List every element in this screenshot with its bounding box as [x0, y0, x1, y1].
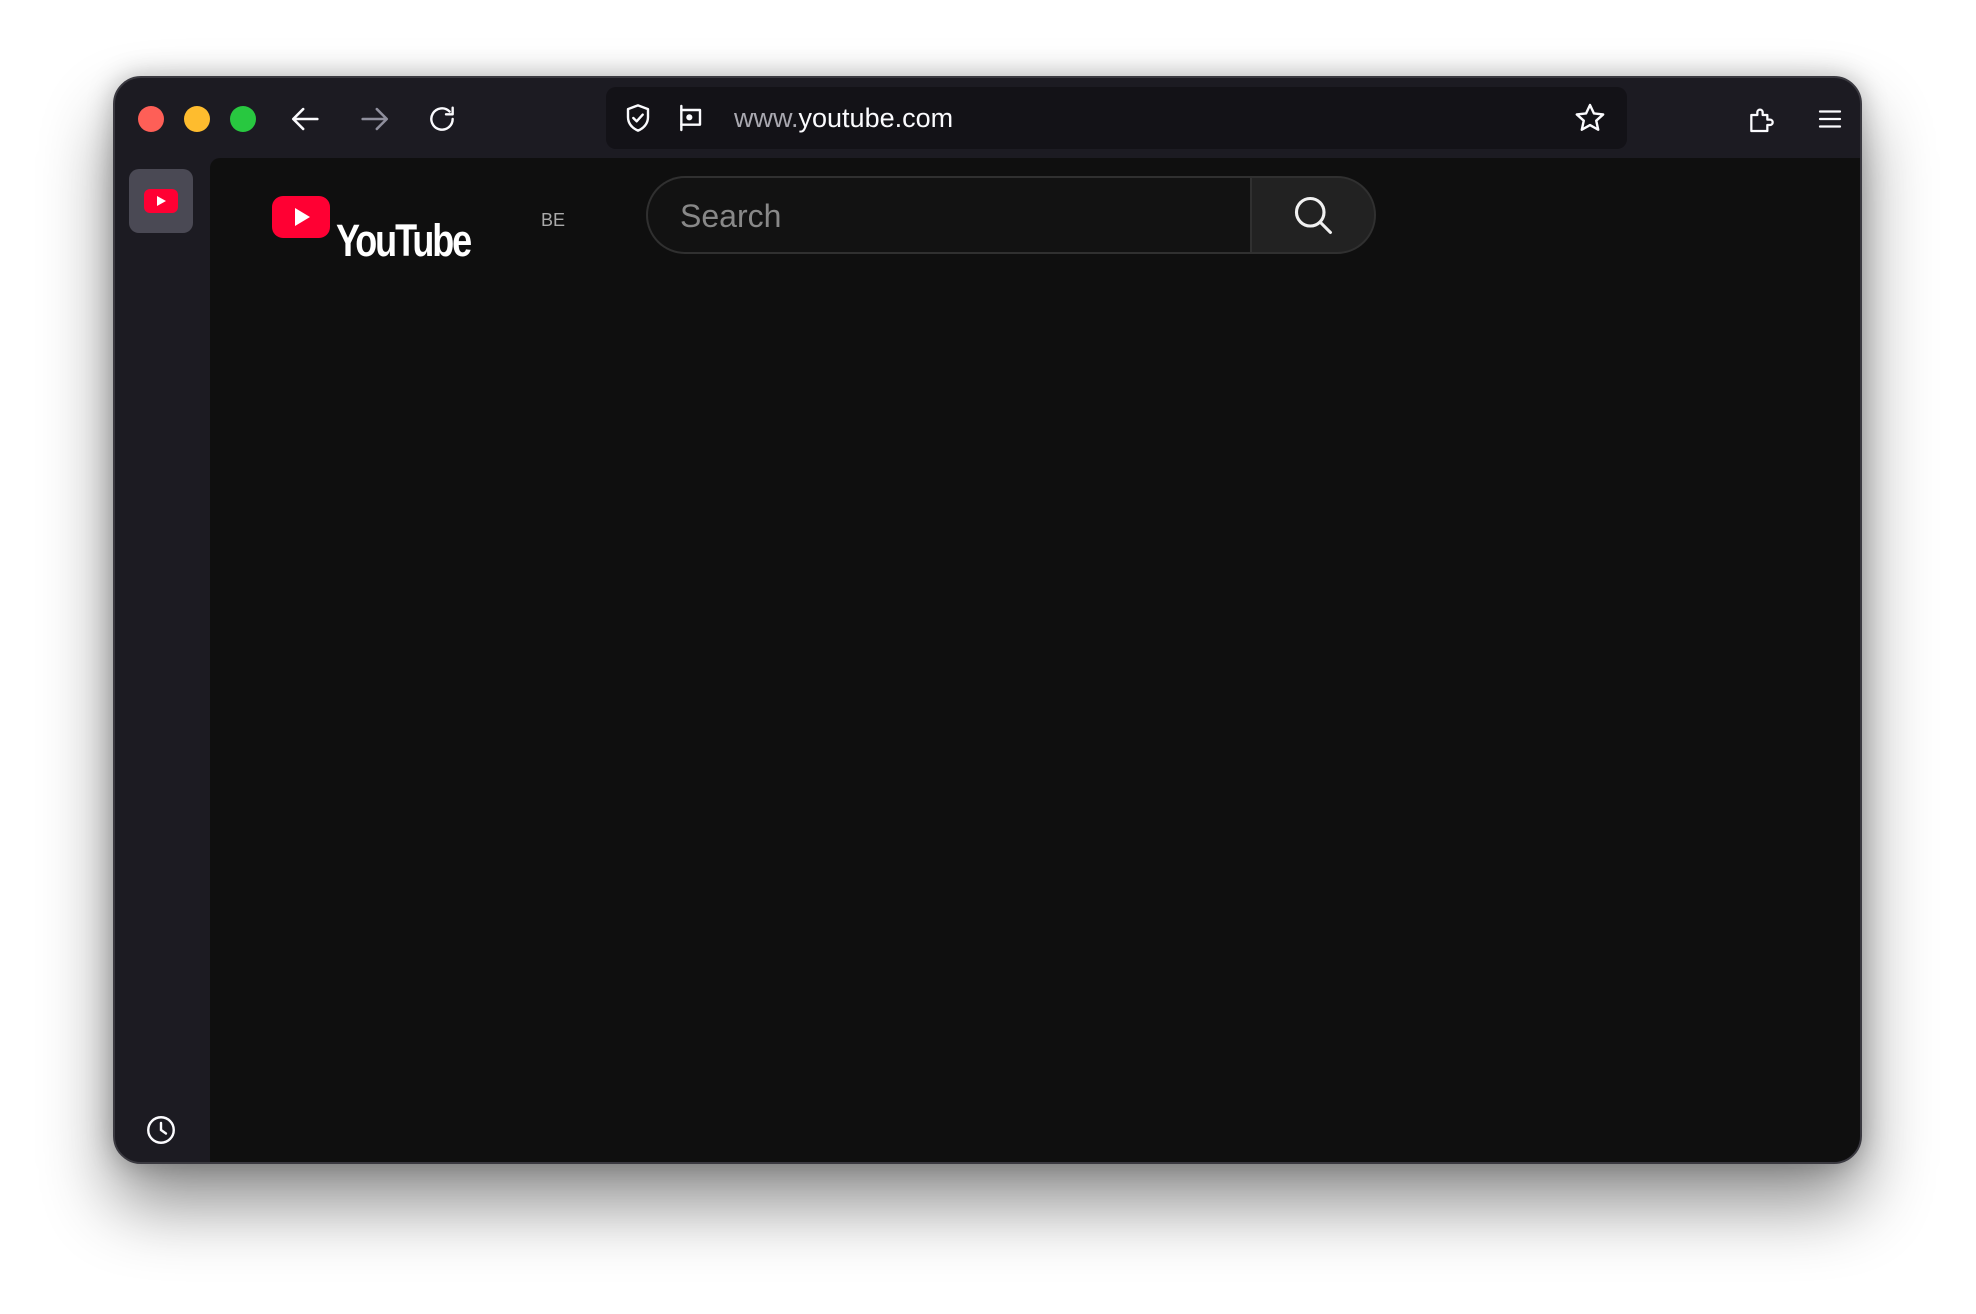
- hamburger-menu-icon: [1818, 110, 1842, 128]
- site-permissions-button[interactable]: [672, 98, 712, 138]
- browser-window: www.youtube.com YouTube BE: [113, 76, 1862, 1164]
- youtube-play-icon: [272, 196, 330, 238]
- reload-icon: [430, 106, 454, 131]
- search-box: [646, 176, 1250, 254]
- tracking-protection-button[interactable]: [618, 98, 658, 138]
- youtube-favicon: [144, 189, 178, 213]
- toolbar: www.youtube.com: [115, 78, 1860, 158]
- clock-icon: [147, 1116, 175, 1144]
- search-button[interactable]: [1250, 176, 1376, 254]
- sidebar-tab-youtube[interactable]: [129, 169, 193, 233]
- sidebar: [115, 158, 210, 1162]
- puzzle-icon: [1750, 108, 1774, 133]
- url-domain: youtube.com: [798, 103, 954, 133]
- window-maximize-button[interactable]: [230, 106, 256, 132]
- country-code: BE: [541, 210, 566, 230]
- reload-button[interactable]: [421, 98, 463, 140]
- back-button[interactable]: [285, 98, 327, 140]
- url-prefix: www.: [734, 103, 799, 133]
- url-text[interactable]: www.youtube.com: [734, 103, 953, 133]
- bookmark-button[interactable]: [1570, 98, 1610, 138]
- permissions-icon: [680, 104, 702, 132]
- extensions-button[interactable]: [1741, 98, 1783, 140]
- page-content: YouTube BE: [210, 158, 1860, 1162]
- forward-button[interactable]: [353, 98, 395, 140]
- window-minimize-button[interactable]: [184, 106, 210, 132]
- search-icon: [1294, 196, 1332, 234]
- arrow-right-icon: [361, 107, 389, 131]
- shield-check-icon: [626, 104, 650, 132]
- youtube-logo[interactable]: YouTube BE: [272, 188, 565, 266]
- history-button[interactable]: [141, 1110, 181, 1150]
- arrow-left-icon: [291, 107, 319, 131]
- youtube-wordmark: YouTube: [336, 215, 472, 266]
- window-close-button[interactable]: [138, 106, 164, 132]
- search-input[interactable]: [678, 192, 1222, 240]
- star-icon: [1575, 103, 1605, 131]
- app-menu-button[interactable]: [1809, 98, 1851, 140]
- address-bar[interactable]: www.youtube.com: [606, 87, 1627, 149]
